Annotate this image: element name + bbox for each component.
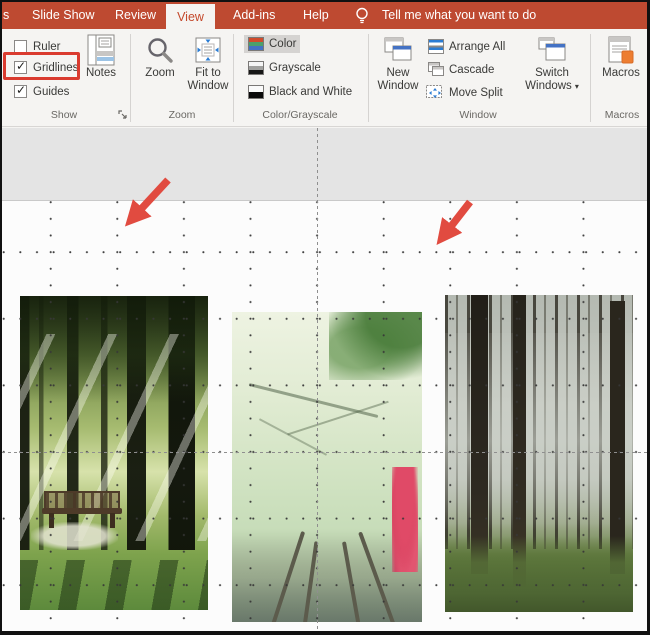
arrange-all-button[interactable]: Arrange All	[424, 37, 509, 56]
window-content: s Slide Show Review View Add-ins Help Te…	[2, 2, 647, 631]
gridlines-checkbox[interactable]: ✓ Gridlines	[14, 59, 79, 74]
guides-checkbox[interactable]: ✓ Guides	[14, 83, 70, 98]
color-label: Color	[269, 38, 297, 50]
cascade-icon	[428, 62, 444, 76]
check-icon: ✓	[16, 59, 27, 73]
switch-windows-label: Switch Windows	[525, 67, 572, 92]
grass-shadows-shape	[20, 559, 208, 610]
move-split-icon	[426, 85, 442, 98]
tab-help[interactable]: Help	[303, 2, 329, 29]
black-and-white-label: Black and White	[269, 86, 353, 98]
macros-group-label: Macros	[604, 109, 640, 121]
ruler-checkbox-box[interactable]	[14, 40, 27, 53]
vertical-guide-line[interactable]	[317, 128, 318, 631]
switch-windows-button[interactable]: Switch Windows ▾	[518, 33, 586, 93]
zoom-button[interactable]: Zoom	[139, 33, 181, 80]
zoom-icon	[146, 33, 174, 67]
bench-back	[44, 490, 120, 508]
color-grayscale-group-label: Color/Grayscale	[262, 109, 338, 121]
group-separator	[368, 34, 369, 122]
zoom-group-label: Zoom	[168, 109, 196, 121]
new-window-button[interactable]: New Window	[373, 33, 423, 93]
arrange-all-icon	[428, 39, 444, 54]
new-window-icon	[383, 33, 413, 67]
lightbulb-icon	[354, 7, 370, 25]
tab-view[interactable]: View	[166, 4, 215, 29]
black-and-white-button[interactable]: Black and White	[244, 83, 356, 101]
cascade-label: Cascade	[449, 63, 495, 76]
ribbon-tab-bar: s Slide Show Review View Add-ins Help Te…	[2, 2, 647, 29]
notes-icon	[87, 33, 115, 67]
workspace-margin	[2, 128, 647, 201]
tell-me-box[interactable]: Tell me what you want to do	[382, 2, 536, 29]
move-split-button[interactable]: Move Split	[422, 83, 507, 103]
macros-icon	[606, 33, 636, 67]
show-dialog-launcher-icon[interactable]	[118, 110, 128, 120]
zoom-label: Zoom	[145, 67, 175, 79]
fit-to-window-label: Fit to Window	[187, 67, 229, 92]
new-window-label: New Window	[377, 67, 419, 92]
bench-shape	[42, 490, 122, 529]
branch-shape	[248, 382, 379, 418]
ribbon: Ruler ✓ Gridlines ✓ Guides Notes Show Zo…	[2, 29, 647, 127]
grayscale-label: Grayscale	[269, 62, 321, 74]
move-split-label: Move Split	[449, 87, 503, 99]
slide-canvas[interactable]	[2, 128, 647, 631]
show-group-label: Show	[50, 109, 78, 121]
guides-checkbox-box[interactable]: ✓	[14, 83, 27, 98]
black-and-white-icon	[248, 85, 264, 99]
leaves-shape	[328, 312, 422, 381]
notes-label: Notes	[85, 67, 117, 79]
slide-image-misty-railway[interactable]	[232, 312, 422, 622]
notes-button[interactable]: Notes	[82, 33, 120, 80]
tree-trunk-shape	[471, 295, 489, 574]
switch-windows-icon	[537, 33, 567, 67]
ruler-checkbox[interactable]: Ruler	[14, 40, 60, 53]
macros-button[interactable]: Macros	[596, 33, 646, 80]
tab-review[interactable]: Review	[115, 2, 156, 29]
color-button[interactable]: Color	[244, 35, 301, 53]
bench-leg	[48, 513, 55, 529]
cascade-button[interactable]: Cascade	[424, 60, 498, 79]
group-separator	[130, 34, 131, 122]
color-icon	[248, 37, 264, 51]
grayscale-button[interactable]: Grayscale	[244, 59, 325, 77]
check-icon: ✓	[16, 83, 27, 97]
horizontal-guide-line[interactable]	[2, 452, 647, 453]
window-group-label: Window	[459, 109, 497, 121]
powerpoint-window: s Slide Show Review View Add-ins Help Te…	[0, 0, 650, 635]
macros-label: Macros	[602, 67, 640, 79]
red-arrow-right	[436, 199, 473, 246]
group-separator	[233, 34, 234, 122]
bench-leg	[109, 513, 116, 529]
red-blossoms-shape	[391, 467, 419, 573]
fit-to-window-button[interactable]: Fit to Window	[185, 33, 231, 93]
tree-trunk-shape	[610, 301, 626, 574]
dropdown-caret-icon: ▾	[574, 82, 579, 91]
guides-label: Guides	[33, 85, 70, 98]
tab-slide-show[interactable]: Slide Show	[32, 2, 95, 29]
slide-image-park-bench[interactable]	[20, 296, 208, 610]
grass-shape	[445, 535, 633, 612]
ruler-label: Ruler	[33, 40, 61, 53]
fit-to-window-icon	[193, 33, 223, 67]
grayscale-icon	[248, 61, 264, 75]
gridlines-checkbox-box[interactable]: ✓	[14, 59, 27, 74]
gridlines-label: Gridlines	[33, 61, 79, 74]
slide-image-foggy-forest[interactable]	[445, 295, 633, 612]
tab-add-ins[interactable]: Add-ins	[233, 2, 275, 29]
arrange-all-label: Arrange All	[449, 40, 506, 53]
tab-transitions-partial[interactable]: s	[3, 2, 12, 29]
